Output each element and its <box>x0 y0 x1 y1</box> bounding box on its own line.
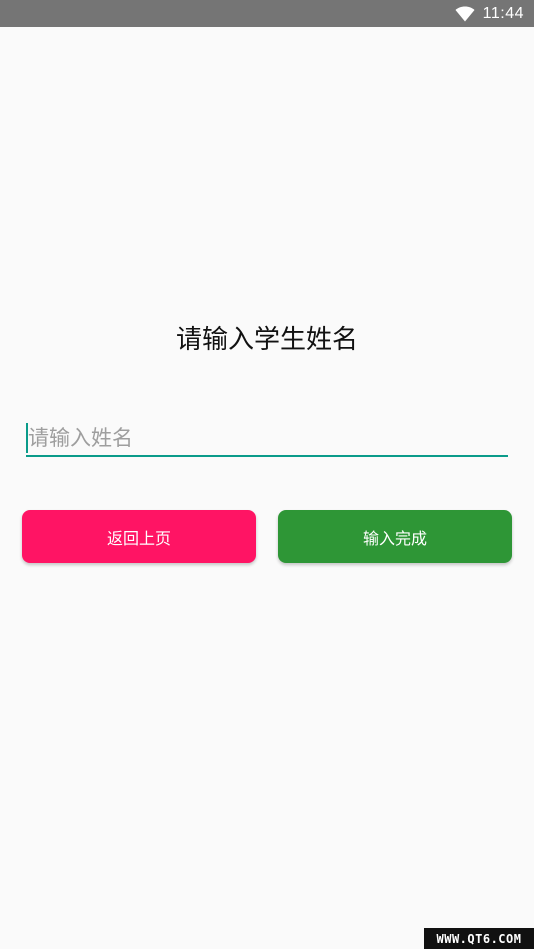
done-button[interactable]: 输入完成 <box>278 510 512 563</box>
page-title: 请输入学生姓名 <box>175 325 358 355</box>
watermark: WWW.QT6.COM <box>424 928 534 949</box>
status-indicators: 11:44 <box>455 0 524 27</box>
input-underline <box>26 455 508 457</box>
text-cursor <box>26 423 28 453</box>
back-button[interactable]: 返回上页 <box>22 510 256 563</box>
wifi-icon <box>455 6 475 22</box>
status-time: 11:44 <box>482 4 524 22</box>
name-input[interactable] <box>26 420 508 456</box>
status-bar: 11:44 <box>0 0 534 27</box>
app-screen: 11:44 请输入学生姓名 返回上页 输入完成 WWW.QT6.COM <box>0 0 534 949</box>
name-field[interactable] <box>26 420 508 458</box>
